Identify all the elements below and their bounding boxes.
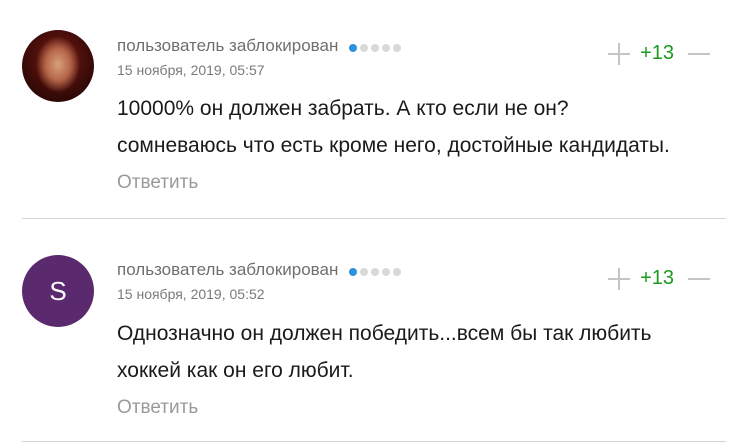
avatar-photo [22, 30, 94, 102]
comment-item: S пользователь заблокирован 15 ноября, 2… [0, 220, 730, 442]
reply-button[interactable]: Ответить [117, 397, 198, 419]
author-name[interactable]: пользователь заблокирован [117, 260, 338, 279]
vote-controls: +13 [608, 267, 710, 290]
comment-text-line: сомневаюсь что есть кроме него, достойны… [117, 134, 670, 157]
comment-author[interactable]: пользователь заблокирован [117, 36, 404, 57]
rank-dot [360, 267, 369, 276]
comment-date: 15 ноября, 2019, 05:52 [117, 286, 265, 302]
vote-controls: +13 [608, 42, 710, 65]
rank-dot [349, 267, 358, 276]
author-name[interactable]: пользователь заблокирован [117, 36, 338, 55]
upvote-plus-icon[interactable] [608, 42, 631, 65]
divider [22, 441, 726, 442]
rank-dots [349, 261, 404, 281]
upvote-plus-icon[interactable] [608, 267, 631, 290]
rank-dot [382, 43, 391, 52]
avatar[interactable] [22, 30, 94, 102]
vote-score: +13 [640, 42, 674, 64]
rank-dot [371, 43, 380, 52]
comment-text: Однозначно он должен победить...всем бы … [117, 315, 717, 389]
comment-text-line: 10000% он должен забрать. А кто если не … [117, 97, 569, 120]
comment-text-line: хоккей как он его любит. [117, 359, 354, 382]
rank-dot [393, 43, 402, 52]
rank-dot [349, 43, 358, 52]
reply-button[interactable]: Ответить [117, 172, 198, 194]
comment-text-line: Однозначно он должен победить...всем бы … [117, 322, 652, 345]
comment-date: 15 ноября, 2019, 05:57 [117, 62, 265, 78]
downvote-minus-icon[interactable] [688, 43, 710, 65]
vote-score: +13 [640, 267, 674, 289]
rank-dot [360, 43, 369, 52]
rank-dot [371, 267, 380, 276]
avatar[interactable]: S [22, 255, 94, 327]
rank-dot [393, 267, 402, 276]
avatar-letter: S [22, 255, 94, 327]
divider [22, 218, 726, 219]
comment-author[interactable]: пользователь заблокирован [117, 260, 404, 281]
rank-dot [382, 267, 391, 276]
downvote-minus-icon[interactable] [688, 268, 710, 290]
comment-item: пользователь заблокирован 15 ноября, 201… [0, 0, 730, 219]
comment-text: 10000% он должен забрать. А кто если не … [117, 90, 717, 164]
rank-dots [349, 37, 404, 57]
